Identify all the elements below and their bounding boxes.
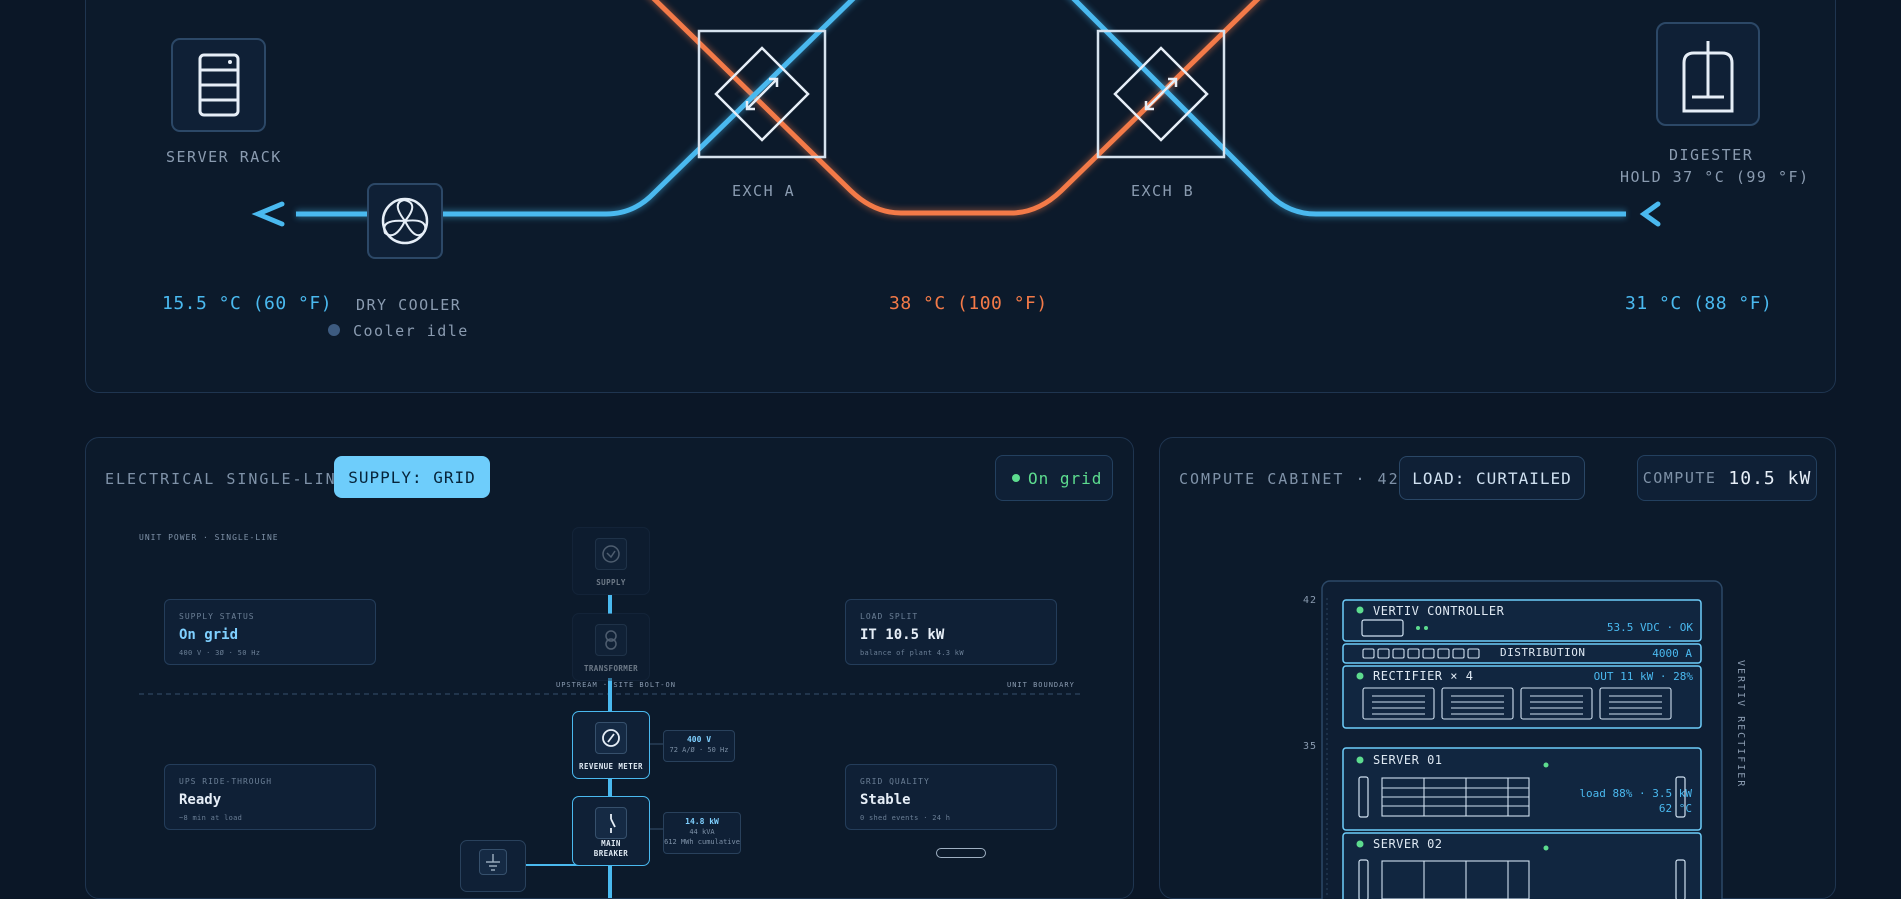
card-value: On grid [179, 627, 239, 643]
flow-arrow-left-icon [251, 201, 285, 227]
card-sub: 0 shed events · 24 h [860, 814, 951, 822]
cooler-status-text: Cooler idle [353, 322, 469, 340]
cooler-status-dot [328, 324, 340, 336]
load-split-card: LOAD SPLIT IT 10.5 kW balance of plant 4… [845, 599, 1057, 665]
card-key: GRID QUALITY [860, 777, 930, 786]
distribution-value: 4000 A [1652, 647, 1692, 660]
card-value: Stable [860, 792, 911, 808]
hot-loop-temp-readout: 38 °C (100 °F) [889, 293, 1048, 314]
server-01-label: SERVER 01 [1373, 753, 1443, 767]
rack-diagram [1321, 580, 1723, 899]
rack-side-label: VERTIV RECTIFIER [1735, 660, 1746, 789]
meter-gauge-icon [595, 722, 627, 754]
server-01-load: load 88% · 3.5 kW [1579, 787, 1692, 800]
digester-label: DIGESTER [1669, 146, 1754, 164]
digester-hold-label: HOLD 37 °C (99 °F) [1620, 168, 1810, 186]
node-label: SUPPLY [596, 578, 626, 587]
card-key: SUPPLY STATUS [179, 612, 255, 621]
server-rack-icon [171, 38, 266, 132]
dry-cooler-label: DRY COOLER [356, 296, 462, 314]
supply-status-card: SUPPLY STATUS On grid 400 V · 3Ø · 50 Hz [164, 599, 376, 665]
exch-a-label: EXCH A [732, 182, 796, 200]
card-value: Ready [179, 792, 222, 808]
revenue-meter-node[interactable]: REVENUE METER [572, 711, 650, 779]
rectifier-value: OUT 11 kW · 28% [1593, 670, 1693, 683]
distribution-label: DISTRIBUTION [1500, 646, 1586, 659]
rack-unit-35: 35 [1303, 741, 1318, 752]
return-temp-readout: 31 °C (88 °F) [1625, 293, 1773, 314]
unit-boundary-label: UNIT BOUNDARY [1007, 681, 1075, 689]
main-breaker-node[interactable]: MAIN BREAKER [572, 796, 650, 866]
server-02-label: SERVER 02 [1373, 837, 1443, 851]
card-sub: 400 V · 3Ø · 50 Hz [179, 649, 261, 657]
node-label: REVENUE METER [579, 762, 643, 771]
node-label: MAIN BREAKER [593, 839, 629, 858]
controller-label: VERTIV CONTROLLER [1373, 604, 1505, 618]
compute-cabinet-panel: COMPUTE CABINET · 42U LOAD: CURTAILED CO… [1159, 437, 1836, 899]
supply-icon [595, 538, 627, 570]
rack-unit-42: 42 [1303, 595, 1318, 606]
thermal-loop-diagram [171, 0, 1760, 336]
supply-node[interactable]: SUPPLY [572, 527, 650, 595]
node-label: TRANSFORMER [583, 664, 639, 673]
scroll-handle[interactable] [936, 848, 986, 858]
supply-temp-readout: 15.5 °C (60 °F) [162, 293, 333, 314]
controller-value: 53.5 VDC · OK [1606, 621, 1693, 634]
ground-icon [479, 849, 507, 875]
card-key: UPS RIDE-THROUGH [179, 777, 273, 786]
cold-loop-pipe [296, 0, 1626, 219]
card-key: LOAD SPLIT [860, 612, 919, 621]
exch-b-label: EXCH B [1131, 182, 1195, 200]
flow-arrow-right-icon [1639, 201, 1661, 227]
server-01-temp: 62 °C [1658, 802, 1692, 815]
breaker-readout: 14.8 kW 44 kVA 612 MWh cumulative [663, 812, 741, 854]
electrical-single-line-panel: ELECTRICAL SINGLE-LINE SUPPLY: GRID On g… [85, 437, 1134, 899]
grid-quality-card: GRID QUALITY Stable 0 shed events · 24 h [845, 764, 1057, 830]
dry-cooler-fan-icon [367, 183, 443, 259]
ups-ride-through-card: UPS RIDE-THROUGH Ready ~8 min at load [164, 764, 376, 830]
upstream-label: UPSTREAM · SITE BOLT-ON [556, 681, 676, 689]
thermal-loop-panel: SERVER RACK EXCH A EXCH B DIGESTER HOLD … [85, 0, 1836, 393]
meter-readout: 400 V 72 A/Ø · 50 Hz [663, 730, 735, 762]
rectifier-label: RECTIFIER × 4 [1373, 669, 1474, 683]
digester-tank-icon [1656, 22, 1760, 126]
transformer-node[interactable]: TRANSFORMER [572, 613, 650, 681]
card-value: IT 10.5 kW [860, 627, 945, 643]
ups-node[interactable] [460, 840, 526, 892]
card-sub: ~8 min at load [179, 814, 243, 822]
card-sub: balance of plant 4.3 kW [860, 649, 964, 657]
server-rack-label: SERVER RACK [166, 148, 282, 166]
transformer-icon [595, 624, 627, 656]
breaker-switch-icon [595, 807, 627, 839]
